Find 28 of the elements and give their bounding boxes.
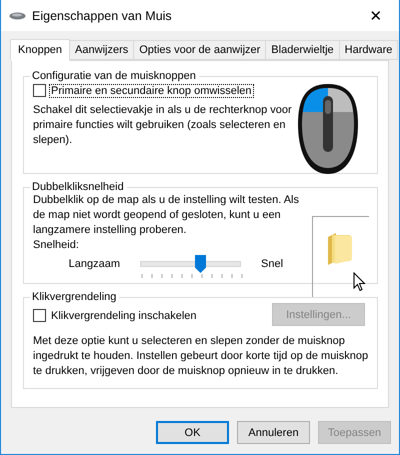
slider-min-label: Langzaam xyxy=(68,258,120,270)
cursor-icon xyxy=(353,272,366,292)
checkbox[interactable] xyxy=(33,309,46,322)
group-title: Configuratie van de muisknoppen xyxy=(31,70,197,82)
tab[interactable]: Opties voor de aanwijzer xyxy=(133,40,266,60)
group-title: Dubbelkliksnelheid xyxy=(31,181,125,193)
description-text: Dubbelklik op de map als u de instelling wilt testen. Als de map niet wordt geopend of gesloten, kunt u een langzamere instelling proberen. xyxy=(33,193,300,238)
speed-label: Snelheid: xyxy=(33,238,79,253)
description-text: Schakel dit selectievakje in als u de rechterknop voor primaire functies wilt gebruiken (zoals selecteren en slepen). xyxy=(33,103,293,148)
mouse-icon xyxy=(295,82,361,176)
tab[interactable]: Aanwijzers xyxy=(69,40,134,60)
mouse-icon xyxy=(9,12,26,20)
dialog-button[interactable]: OK xyxy=(156,421,229,444)
close-button[interactable]: ✕ xyxy=(353,0,399,31)
group-title: Klikvergrendeling xyxy=(31,291,118,303)
tab[interactable]: Bladerwieltje xyxy=(265,40,340,60)
dialog-button[interactable]: Annuleren xyxy=(237,421,310,444)
tab[interactable]: Hardware xyxy=(338,40,398,60)
speed-slider[interactable] xyxy=(137,255,244,273)
description-text: Met deze optie kunt u selecteren en slepen zonder de muisknop ingedrukt te houden. Instellen gebeurt door korte tijd op de muisknop te drukken, vrijgeven door de muisknop opnieuw in te drukken. xyxy=(33,334,369,379)
checkbox-label[interactable]: Primaire en secundaire knop omwisselen xyxy=(50,84,253,96)
slider-thumb[interactable] xyxy=(195,255,206,273)
window-title: Eigenschappen van Muis xyxy=(32,8,173,22)
test-area[interactable] xyxy=(312,216,369,297)
slider-max-label: Snel xyxy=(261,258,284,270)
checkbox-label[interactable]: Klikvergrendeling inschakelen xyxy=(50,310,198,322)
tab[interactable]: Knoppen xyxy=(10,39,70,61)
checkbox[interactable] xyxy=(33,84,46,97)
